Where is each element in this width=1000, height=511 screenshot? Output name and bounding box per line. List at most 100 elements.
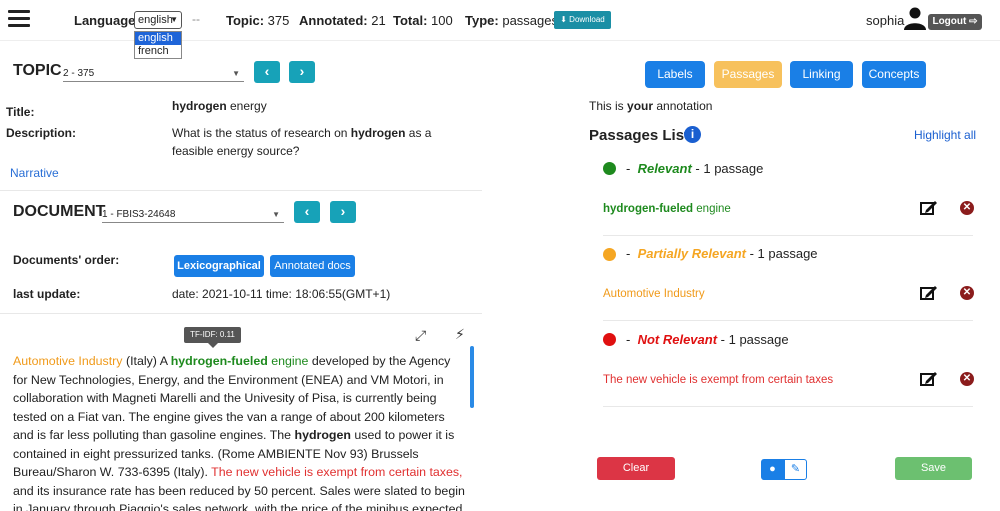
title-value: hydrogen energy <box>172 97 267 115</box>
download-button[interactable]: ⬇ Download <box>554 11 611 29</box>
delete-icon[interactable]: ✕ <box>960 372 974 386</box>
logout-button[interactable]: Logout ⇨ <box>928 14 982 30</box>
description-label: Description: <box>6 126 77 140</box>
topic-heading: TOPIC <box>13 62 62 79</box>
topic-prev-button[interactable]: ‹ <box>254 61 280 83</box>
group-divider <box>603 406 973 407</box>
title-rest: energy <box>226 99 267 113</box>
highlight-not-relevant[interactable]: The new vehicle is exempt from certain t… <box>211 465 462 479</box>
topic-select[interactable]: 2 - 375 ▼ <box>63 64 244 82</box>
passage-partially-relevant[interactable]: Automotive Industry <box>603 288 705 300</box>
group-not-relevant-label: Not Relevant <box>637 332 718 347</box>
chevron-left-icon: ‹ <box>304 203 310 219</box>
narrative-link[interactable]: Narrative <box>10 166 59 180</box>
note-bold: your <box>627 99 654 113</box>
language-select-value: english <box>138 14 173 26</box>
logout-label: Logout <box>932 16 967 27</box>
type-stat-value: passages <box>502 13 558 28</box>
chevron-left-icon: ‹ <box>264 63 270 79</box>
partially-relevant-dot-icon <box>603 248 616 261</box>
tab-labels[interactable]: Labels <box>645 61 705 88</box>
group-dash: - <box>626 161 631 176</box>
topic-select-value: 2 - 375 <box>63 68 95 79</box>
group-relevant-count: - 1 passage <box>695 161 764 176</box>
passage-relevant-rest: engine <box>693 203 731 215</box>
highlight-relevant[interactable]: hydrogen-fueled <box>171 354 268 368</box>
language-option-english[interactable]: english <box>135 32 181 45</box>
topic-next-button[interactable]: › <box>289 61 315 83</box>
text-segment: (Italy) A <box>122 354 171 368</box>
chevron-down-icon: ▼ <box>272 210 280 219</box>
topic-stat-label: Topic: <box>226 13 265 28</box>
user-edit-view-button[interactable]: ✎ <box>784 459 807 480</box>
annotation-owner-note: This is your annotation <box>589 99 712 113</box>
document-next-button[interactable]: › <box>330 201 356 223</box>
topic-stat-value: 375 <box>267 13 290 28</box>
delete-icon[interactable]: ✕ <box>960 201 974 215</box>
document-select-value: 1 - FBIS3-24648 <box>102 209 176 220</box>
lexicographical-button[interactable]: Lexicographical <box>174 255 264 277</box>
type-stat: Type: passages <box>465 13 558 28</box>
language-label: Language: <box>74 13 140 28</box>
passages-list-title: Passages List <box>589 127 690 144</box>
total-stat-value: 100 <box>431 13 453 28</box>
group-divider <box>603 320 973 321</box>
passage-relevant[interactable]: hydrogen-fueled engine <box>603 203 731 215</box>
group-relevant-header: - Relevant - 1 passage <box>626 161 763 176</box>
annotated-docs-button[interactable]: Annotated docs <box>270 255 355 277</box>
user-icon: ● <box>769 463 776 475</box>
title-keyword: hydrogen <box>172 99 227 113</box>
chevron-down-icon: ▼ <box>232 69 240 78</box>
total-stat-label: Total: <box>393 13 428 28</box>
document-text: Automotive Industry (Italy) A hydrogen-f… <box>13 352 468 511</box>
group-relevant-label: Relevant <box>637 161 692 176</box>
menu-icon[interactable] <box>8 10 30 28</box>
document-select[interactable]: 1 - FBIS3-24648 ▼ <box>102 205 284 223</box>
highlight-relevant-rest[interactable]: engine <box>268 354 308 368</box>
last-update-label: last update: <box>13 287 81 301</box>
highlight-all-link[interactable]: Highlight all <box>914 128 976 142</box>
edit-icon[interactable] <box>920 285 938 300</box>
highlight-partially-relevant[interactable]: Automotive Industry <box>13 354 123 368</box>
group-partially-relevant-count: - 1 passage <box>749 246 818 261</box>
documents-order-label: Documents' order: <box>13 253 120 267</box>
note-pre: This is <box>589 99 628 113</box>
type-stat-label: Type: <box>465 13 499 28</box>
edit-icon[interactable] <box>920 371 938 386</box>
logout-icon: ⇨ <box>969 16 978 27</box>
delete-icon[interactable]: ✕ <box>960 286 974 300</box>
info-icon[interactable]: i <box>684 126 701 143</box>
passage-relevant-bold: hydrogen-fueled <box>603 203 694 215</box>
download-label: Download <box>569 15 605 24</box>
annotated-stat: Annotated: 21 <box>299 13 386 28</box>
language-option-french[interactable]: french <box>135 45 181 58</box>
username: sophia <box>866 13 905 28</box>
tab-passages[interactable]: Passages <box>714 61 782 88</box>
group-not-relevant-count: - 1 passage <box>720 332 789 347</box>
chevron-right-icon: › <box>340 203 346 219</box>
magic-wand-icon[interactable]: ⚡︎ <box>455 326 465 343</box>
user-view-button[interactable]: ● <box>761 459 784 480</box>
passage-not-relevant[interactable]: The new vehicle is exempt from certain t… <box>603 374 833 386</box>
group-partially-relevant-label: Partially Relevant <box>637 246 746 261</box>
document-heading: DOCUMENT <box>13 203 106 220</box>
group-dash: - <box>626 332 631 347</box>
description-value: What is the status of research on hydrog… <box>172 124 472 160</box>
document-prev-button[interactable]: ‹ <box>294 201 320 223</box>
document-scrollbar[interactable] <box>470 346 474 408</box>
clear-button[interactable]: Clear <box>597 457 675 480</box>
language-select[interactable]: english ▼ <box>134 11 182 29</box>
group-divider <box>603 235 973 236</box>
edit-icon[interactable] <box>920 200 938 215</box>
total-stat: Total: 100 <box>393 13 453 28</box>
keyword-hydrogen: hydrogen <box>294 428 351 442</box>
note-post: annotation <box>653 99 713 113</box>
tab-linking[interactable]: Linking <box>790 61 853 88</box>
user-icon <box>904 7 926 30</box>
tab-concepts[interactable]: Concepts <box>862 61 926 88</box>
not-relevant-dot-icon <box>603 333 616 346</box>
annotated-stat-label: Annotated: <box>299 13 368 28</box>
relevant-dot-icon <box>603 162 616 175</box>
save-button[interactable]: Save <box>895 457 972 480</box>
expand-icon[interactable]: ⤢ <box>415 327 426 344</box>
